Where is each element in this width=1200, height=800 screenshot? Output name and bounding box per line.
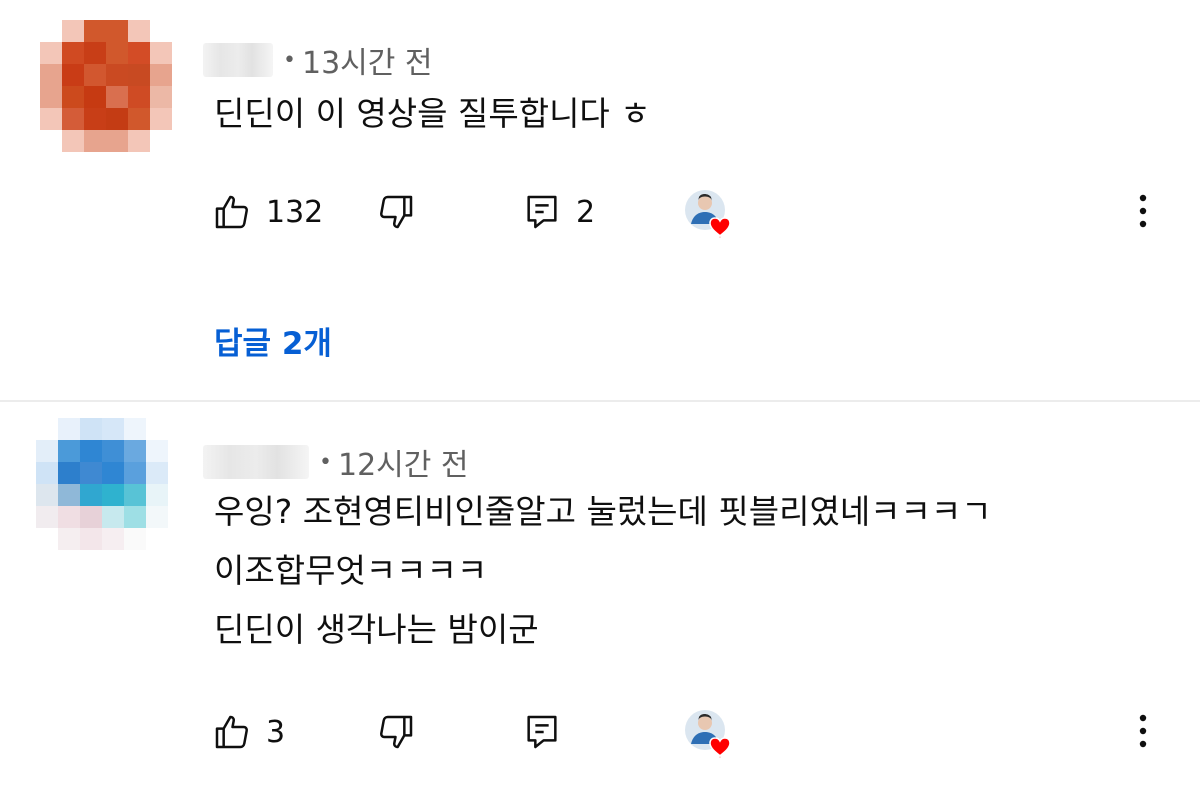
comment-thread-2: • 12시간 전 우잉? 조현영티비인줄알고 눌렀는데 핏블리였네ㅋㅋㅋㄱ 이조… (0, 0, 1200, 759)
avatar-pixel (80, 528, 102, 550)
avatar-pixel (36, 462, 58, 484)
avatar-pixel (102, 462, 124, 484)
avatar-pixel (36, 528, 58, 550)
author-name-blurred[interactable] (203, 445, 309, 479)
avatar-pixel (58, 418, 80, 440)
avatar-pixel (36, 440, 58, 462)
avatar-pixel (102, 528, 124, 550)
avatar-pixel (124, 484, 146, 506)
avatar-pixel (36, 484, 58, 506)
avatar-pixel (58, 462, 80, 484)
divider (0, 400, 1200, 402)
avatar-pixel (124, 528, 146, 550)
avatar-pixel (124, 462, 146, 484)
avatar-pixel (146, 462, 168, 484)
thumb-down-icon (380, 715, 413, 749)
avatar-pixel (80, 462, 102, 484)
comment-text: 우잉? 조현영티비인줄알고 눌렀는데 핏블리였네ㅋㅋㅋㄱ 이조합무엇ㅋㅋㅋㅋ 딘… (214, 482, 992, 659)
reply-button[interactable] (522, 712, 562, 752)
avatar-pixel (146, 528, 168, 550)
comment-line: 우잉? 조현영티비인줄알고 눌렀는데 핏블리였네ㅋㅋㅋㄱ (214, 492, 992, 531)
avatar-pixel (36, 506, 58, 528)
avatar-pixel (102, 418, 124, 440)
comment-actions: 3 (0, 700, 1200, 760)
avatar-pixel (36, 418, 58, 440)
comment-line: 딘딘이 생각나는 밤이군 (214, 610, 539, 649)
avatar-pixel (80, 418, 102, 440)
like-button[interactable]: 3 (212, 712, 285, 752)
comment-time[interactable]: 12시간 전 (338, 440, 469, 484)
avatar-pixel (58, 484, 80, 506)
comment-meta: • 12시간 전 (203, 440, 469, 484)
avatar-pixel (146, 418, 168, 440)
avatar-pixel (124, 506, 146, 528)
avatar-pixel (102, 484, 124, 506)
avatar-pixel (80, 440, 102, 462)
avatar-pixel (146, 506, 168, 528)
dislike-button[interactable] (376, 712, 416, 752)
comment-icon (527, 715, 557, 749)
avatar-pixel (102, 440, 124, 462)
avatar-pixel (80, 506, 102, 528)
avatar-pixel (58, 528, 80, 550)
avatar-pixel (58, 440, 80, 462)
avatar-pixel (146, 440, 168, 462)
thumb-up-icon (215, 715, 248, 749)
avatar-pixel (58, 506, 80, 528)
avatar-pixel (124, 418, 146, 440)
more-vert-icon[interactable] (1128, 708, 1158, 754)
avatar-pixel (102, 506, 124, 528)
avatar[interactable] (36, 418, 168, 550)
creator-heart-icon (685, 710, 731, 759)
avatar-pixel (146, 484, 168, 506)
separator-dot: • (319, 449, 332, 475)
like-count: 3 (266, 714, 286, 750)
comment-line: 이조합무엇ㅋㅋㅋㅋ (214, 551, 488, 590)
avatar-pixel (124, 440, 146, 462)
avatar-pixel (80, 484, 102, 506)
